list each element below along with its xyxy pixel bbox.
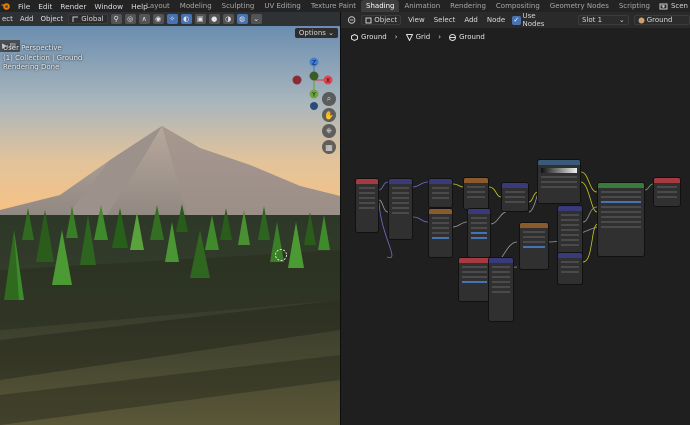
tab-texture-paint[interactable]: Texture Paint [306, 0, 361, 12]
curve-icon[interactable]: ∧ [138, 14, 150, 24]
node-color-ramp-3[interactable] [458, 257, 491, 302]
viewport-add-menu[interactable]: Add [18, 15, 36, 23]
neg-x-axis-icon[interactable] [292, 75, 302, 85]
tab-shading[interactable]: Shading [361, 0, 400, 12]
node-color-ramp-2[interactable] [537, 159, 581, 204]
solid-shading-icon[interactable]: ● [208, 14, 220, 24]
viewport-object-menu[interactable]: Object [38, 15, 65, 23]
rendered-shading-icon[interactable]: ◍ [236, 14, 248, 24]
x-axis-label: X [326, 78, 330, 85]
rendered-scene [0, 12, 340, 425]
node-texture-coordinate[interactable] [355, 178, 379, 233]
proportional-edit-icon[interactable]: ◎ [124, 14, 136, 24]
node-color-ramp-1[interactable] [463, 177, 489, 210]
shader-node-editor[interactable]: Object View Select Add Node ✓ Use Nodes … [341, 12, 690, 425]
material-shading-icon[interactable]: ◑ [222, 14, 234, 24]
viewport-select-menu[interactable]: ect [0, 15, 15, 23]
tab-rendering[interactable]: Rendering [445, 0, 491, 12]
gizmo-toggle-icon[interactable]: ✧ [166, 14, 178, 24]
node-mix-1[interactable] [501, 182, 529, 212]
menu-file[interactable]: File [18, 2, 30, 11]
scene-selector[interactable]: Scen [659, 0, 690, 12]
node-voronoi-texture[interactable] [519, 222, 549, 270]
viewport-header: ect Add Object Global ⚲ ◎ ∧ ◉ ✧ ◐ ▣ ● ◑ … [0, 12, 340, 26]
render-status: Rendering Done [3, 63, 60, 71]
orientation-value: Global [81, 15, 104, 23]
tab-uv-editing[interactable]: UV Editing [259, 0, 306, 12]
neg-z-axis-icon[interactable] [310, 102, 318, 110]
tab-sculpting[interactable]: Sculpting [217, 0, 260, 12]
tab-scripting[interactable]: Scripting [614, 0, 655, 12]
collection-info: (1) Collection | Ground [3, 53, 83, 62]
top-bar: File Edit Render Window Help Layout Mode… [0, 0, 690, 12]
scene-name: Scen [670, 2, 688, 10]
visibility-icon[interactable]: ◉ [152, 14, 164, 24]
menu-window[interactable]: Window [94, 2, 123, 11]
options-label: Options [298, 29, 326, 37]
node-separate-xyz[interactable] [428, 178, 453, 208]
xray-icon[interactable]: ▣ [194, 14, 206, 24]
scene-icon [659, 3, 668, 9]
tab-modeling[interactable]: Modeling [175, 0, 217, 12]
node-mapping-1[interactable] [388, 178, 413, 240]
tab-layout[interactable]: Layout [141, 0, 175, 12]
y-axis-label: Y [311, 92, 316, 99]
pan-hand-icon[interactable]: ✋ [322, 108, 336, 122]
orientation-icon [72, 16, 79, 22]
neg-y-axis-icon[interactable] [309, 71, 319, 81]
node-mix-2[interactable] [557, 252, 583, 285]
options-dropdown[interactable]: Options ⌄ [294, 28, 338, 38]
shading-options-icon[interactable]: ⌄ [250, 14, 262, 24]
viewport-info: User Perspective (1) Collection | Ground… [3, 44, 82, 73]
snap-icon[interactable]: ⚲ [110, 14, 122, 24]
3d-viewport[interactable]: ect Add Object Global ⚲ ◎ ∧ ◉ ✧ ◐ ▣ ● ◑ … [0, 12, 340, 425]
node-mapping-2[interactable] [488, 257, 514, 322]
main-menu: File Edit Render Window Help [14, 2, 152, 11]
tab-geometry-nodes[interactable]: Geometry Nodes [545, 0, 614, 12]
transform-orientation-dropdown[interactable]: Global [68, 14, 108, 24]
z-axis-label: Z [312, 60, 316, 67]
node-principled-bsdf[interactable] [597, 182, 645, 257]
menu-render[interactable]: Render [60, 2, 86, 11]
tab-animation[interactable]: Animation [399, 0, 445, 12]
workspace-tabs: Layout Modeling Sculpting UV Editing Tex… [141, 0, 671, 12]
overlay-toggle-icon[interactable]: ◐ [180, 14, 192, 24]
perspective-grid-icon[interactable]: ▦ [322, 140, 336, 154]
camera-view-icon[interactable]: ⎈ [322, 124, 336, 138]
tab-compositing[interactable]: Compositing [491, 0, 545, 12]
blender-logo-icon[interactable] [0, 0, 12, 12]
zoom-icon[interactable]: ⌕ [322, 92, 336, 106]
node-math-1[interactable] [467, 208, 491, 258]
menu-edit[interactable]: Edit [38, 2, 52, 11]
node-material-output[interactable] [653, 177, 681, 207]
view-name: User Perspective [3, 44, 62, 52]
node-noise-texture[interactable] [428, 208, 453, 258]
